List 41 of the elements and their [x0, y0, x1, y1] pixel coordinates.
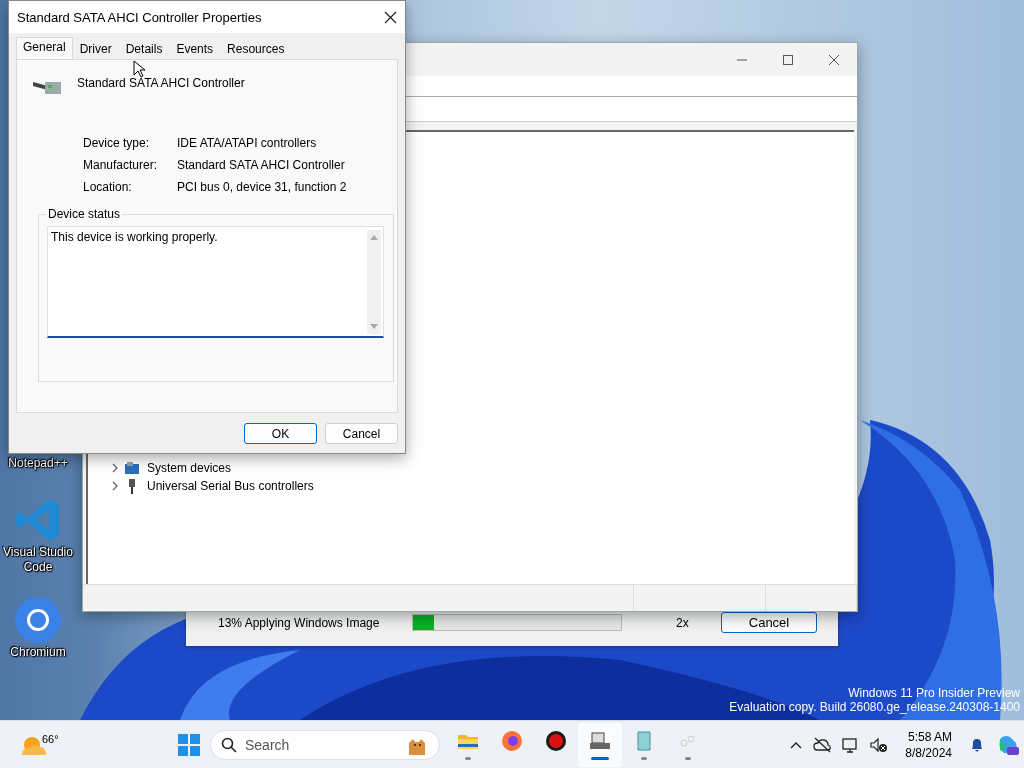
ok-button[interactable]: OK [244, 423, 317, 444]
search-icon [221, 736, 237, 753]
clock-time[interactable]: 5:58 AM [907, 728, 952, 745]
group-title: Device status [46, 207, 123, 221]
evaluation-notice-text: Windows 11 Pro Insider Preview [848, 686, 1020, 700]
property-value: Standard SATA AHCI Controller [177, 158, 346, 172]
close-icon[interactable] [384, 10, 397, 24]
cancel-button[interactable]: Cancel [721, 612, 817, 633]
desktop-icon-label[interactable]: Notepad++ [3, 456, 73, 471]
cancel-button[interactable]: Cancel [325, 423, 398, 444]
bell-icon[interactable] [969, 736, 985, 753]
device-name: Standard SATA AHCI Controller [77, 76, 245, 90]
speed-text: 2x [676, 615, 690, 630]
tab[interactable]: General [16, 37, 73, 59]
temperature-text[interactable]: 66° [42, 732, 59, 745]
dialog-title: Standard SATA AHCI Controller Properties [17, 9, 262, 25]
close-icon[interactable] [828, 53, 840, 66]
start-windows-icon[interactable] [178, 733, 200, 756]
tree-item[interactable]: System devices [147, 461, 232, 475]
desktop-icon-label[interactable]: Chromium [3, 645, 73, 660]
property-label: Manufacturer: [83, 158, 159, 172]
cloud-off-icon[interactable] [813, 736, 832, 753]
tree-item[interactable]: Universal Serial Bus controllers [147, 479, 314, 493]
maximize-icon[interactable] [782, 53, 794, 66]
property-value: PCI bus 0, device 31, function 2 [177, 180, 348, 194]
property-value: IDE ATA/ATAPI controllers [177, 136, 318, 150]
folder-chip-icon [124, 461, 140, 475]
round-app-icon[interactable] [544, 729, 568, 753]
desktop-icon-label[interactable]: Visual Studio Code [3, 545, 73, 575]
browser-icon[interactable] [500, 729, 524, 753]
clock-date[interactable]: 8/8/2024 [905, 744, 952, 761]
monitor-icon[interactable] [842, 736, 860, 753]
evaluation-notice-text: Evaluation copy. Build 26080.ge_release.240308-1400 [729, 700, 1020, 714]
chevron-icon[interactable] [110, 463, 120, 473]
property-label: Location: [83, 180, 133, 194]
property-label: Device type: [83, 136, 151, 150]
browser-icon [13, 595, 63, 645]
chevron-icon[interactable] [110, 481, 120, 491]
speaker-muted-icon[interactable] [870, 736, 889, 753]
search-field[interactable]: Search [210, 729, 440, 760]
progress-status-text: 13% Applying Windows Image [218, 615, 381, 630]
